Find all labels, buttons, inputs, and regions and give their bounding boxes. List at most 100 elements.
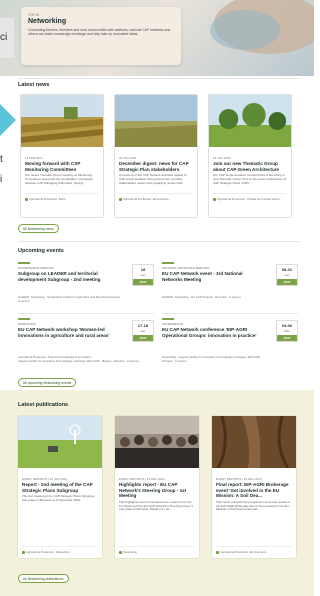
news-title[interactable]: Moving forward with CSP Monitoring Commi… [25,161,99,172]
event-meta-item: In person [18,299,30,303]
event-year: 2024 [277,279,297,285]
topic-description: Connecting farmers, foresters and rural … [28,28,171,37]
news-card[interactable]: 21 JAN 2024 Join our new Thematic Group … [208,94,292,218]
publication-tag: Agricultural Production, Networking [26,550,70,554]
event-item[interactable]: NATIONAL NETWORKS MEETING EU CAP Network… [162,262,298,308]
news-tags: Agricultural Production, Climate and cli… [213,193,287,201]
event-meta: Networking · Support Facility for Innova… [162,355,261,363]
event-title[interactable]: EU CAP Network conference 'EIP-AGRI Oper… [162,327,260,338]
event-day: 04-06 [281,323,293,328]
event-meta-item: LEADER, Networking [162,295,189,299]
publication-title[interactable]: Highlights report - EU CAP Network's Ste… [119,482,195,499]
publication-tag: Agricultural Production, Environment... [220,550,268,554]
publication-summary: The 2nd meeting of the CAP Strategic Pla… [22,495,95,502]
news-image-field [21,95,103,147]
tag-icon [213,197,216,201]
event-meta: LEADER, Networking · Sustainable Growth … [18,295,120,303]
event-meta-item: In person [229,295,241,299]
event-date-box: 08-31 Jan 2024 [276,264,298,286]
event-accent [18,262,30,264]
news-image-landscape [115,95,197,147]
section-divider [18,241,300,242]
publication-title[interactable]: Report - 2nd meeting of the CAP Strategi… [22,482,98,493]
event-meta-item: Portugal [162,359,173,363]
tag-icon [119,197,122,201]
event-year: 2024 [133,279,153,285]
event-meta: Agricultural Production, Financing Knowl… [18,355,139,363]
event-accent [162,262,174,264]
event-date-box: 04-06 Mar 2024 [276,320,298,342]
publication-card[interactable]: EVENT REPORTS | 29 DEC 2023 Final report… [212,415,296,558]
event-title[interactable]: Subgroup on LEADER and territorial devel… [18,271,116,282]
event-accent [18,318,30,320]
event-meta-item: Support Facility for Innovation & Knowle… [178,355,261,359]
event-year: 2024 [133,335,153,341]
side-letter: i [0,174,3,185]
hero-side-text: ci [0,32,8,43]
upcoming-events-title: Upcoming events [18,248,64,254]
event-date-box: 18 Jan 2024 [132,264,154,286]
section-divider [18,78,300,79]
publication-meta: EVENT REPORTS | 29 DEC 2023 [216,477,262,481]
side-letter: t [0,154,3,165]
event-date-box: 17-18 Apr 2024 [132,320,154,342]
publication-image-group [115,416,199,468]
event-accent [162,318,174,320]
event-item[interactable]: WORKSHOP EU CAP Network workshop 'Women-… [18,318,154,364]
tag-icon [25,197,28,201]
tag-icon [22,550,25,554]
event-day: 08-31 [281,267,293,272]
publication-image-soil [212,415,296,469]
news-title[interactable]: December digest: news for CAP Strategic … [119,161,193,172]
event-day: 18 [140,267,146,272]
news-summary: Our CAP Implementation Contact Point is … [213,174,287,185]
side-text: t i [0,150,14,190]
publication-card[interactable]: EVENT REPORTS | 13 DEC 2023 Highlights r… [115,416,199,558]
topic-tag: TOPIC [28,13,40,17]
news-title[interactable]: Join our new Thematic Group about CAP Gr… [213,161,287,172]
event-divider [162,313,298,314]
news-tags: Agricultural Production, 2024... [25,193,99,201]
latest-publications-title: Latest publications [18,402,69,408]
event-meta: LEADER, Networking · EU CAP Network · De… [162,295,241,299]
event-meta-item: Support Facility for Innovation & Knowle… [18,359,100,363]
all-publications-button[interactable]: All Networking publications [18,574,69,583]
hero-banner: ci TOPIC Networking Connecting farmers, … [0,0,314,76]
event-title[interactable]: EU CAP Network workshop 'Women-led innov… [18,327,116,338]
event-meta-item: In person [127,359,139,363]
event-divider [18,313,154,314]
event-month: Jan [140,273,146,277]
publication-summary: This report presents the programme and m… [216,500,291,512]
event-month: Jan [284,273,290,277]
hero-image-detail [210,10,280,50]
event-meta-item: In person [174,359,187,363]
publication-tags: Agricultural Production, Networking [22,546,98,554]
publication-meta: EVENT REPORTS | 13 DEC 2023 [119,477,165,481]
all-news-button[interactable]: All Networking news [18,224,59,233]
publication-image-field [18,416,102,468]
latest-news-title: Latest news [18,82,50,88]
publication-tags: Networking [119,546,195,554]
page-title: Networking [28,18,67,25]
news-card[interactable]: 24 JAN 2024 December digest: news for CA… [114,94,198,218]
publication-card[interactable]: EVENT REPORTS | 16 JAN 2024 Report - 2nd… [18,416,102,558]
news-tag: Agricultural Production, 2024... [29,197,68,202]
event-meta-item: Belgium, Flanders [102,359,125,363]
event-title[interactable]: EU CAP Network event - 3rd National Netw… [162,271,260,282]
news-summary: Our recent Thematic Group meeting on Mon… [25,174,93,185]
publication-tags: Agricultural Production, Environment... [216,546,292,554]
event-meta-item: Sustainable Growth for Agriculture and R… [47,295,120,299]
publication-summary: This highlights report summarises the ou… [119,500,194,512]
news-summary: A round-up of EU CAP Network activities … [119,174,187,185]
all-events-button[interactable]: All upcoming Networking events [18,378,77,387]
event-item[interactable]: CONFERENCE EU CAP Network conference 'EI… [162,318,298,364]
publication-title[interactable]: Final report: EIP-AGRI Brokerage event '… [216,482,292,499]
news-card[interactable]: 14 FEB 2024 Moving forward with CSP Moni… [20,94,104,218]
event-meta-item: EU CAP Network [191,295,213,299]
news-image-trees [209,95,291,147]
arrow-right-icon [0,104,16,136]
publication-meta: EVENT REPORTS | 16 JAN 2024 [22,477,68,481]
event-item[interactable]: GOVERNANCE MEETING Subgroup on LEADER an… [18,262,154,308]
news-date: 24 JAN 2024 [119,156,137,160]
tag-icon [119,550,122,554]
